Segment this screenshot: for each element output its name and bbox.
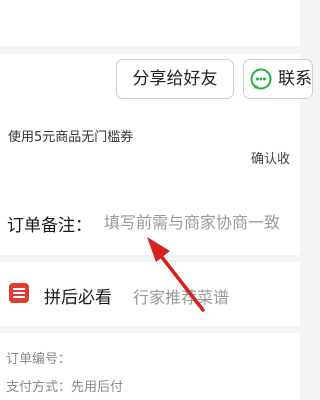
note-icon bbox=[9, 283, 29, 303]
payment-method-value: 先用后付 bbox=[71, 380, 124, 395]
must-read-label: 拼后必看 bbox=[44, 288, 112, 308]
wechat-icon bbox=[250, 68, 272, 90]
recipe-recommendation-text[interactable]: 行家推荐菜谱 bbox=[133, 284, 229, 308]
coupon-text[interactable]: 使用5元商品无门槛券 bbox=[8, 126, 133, 145]
order-remark-label: 订单备注： bbox=[7, 216, 92, 236]
order-number-label: 订单编号： bbox=[6, 352, 72, 367]
top-card bbox=[0, 0, 300, 46]
share-to-friend-button[interactable]: 分享给好友 bbox=[116, 59, 234, 99]
order-number-row: 订单编号： bbox=[6, 348, 71, 367]
order-remark-input[interactable] bbox=[104, 209, 300, 235]
confirm-receipt-text[interactable]: 确认收 bbox=[251, 148, 290, 167]
payment-method-label: 支付方式： bbox=[6, 380, 72, 395]
payment-method-row: 支付方式：先用后付 bbox=[6, 376, 123, 395]
